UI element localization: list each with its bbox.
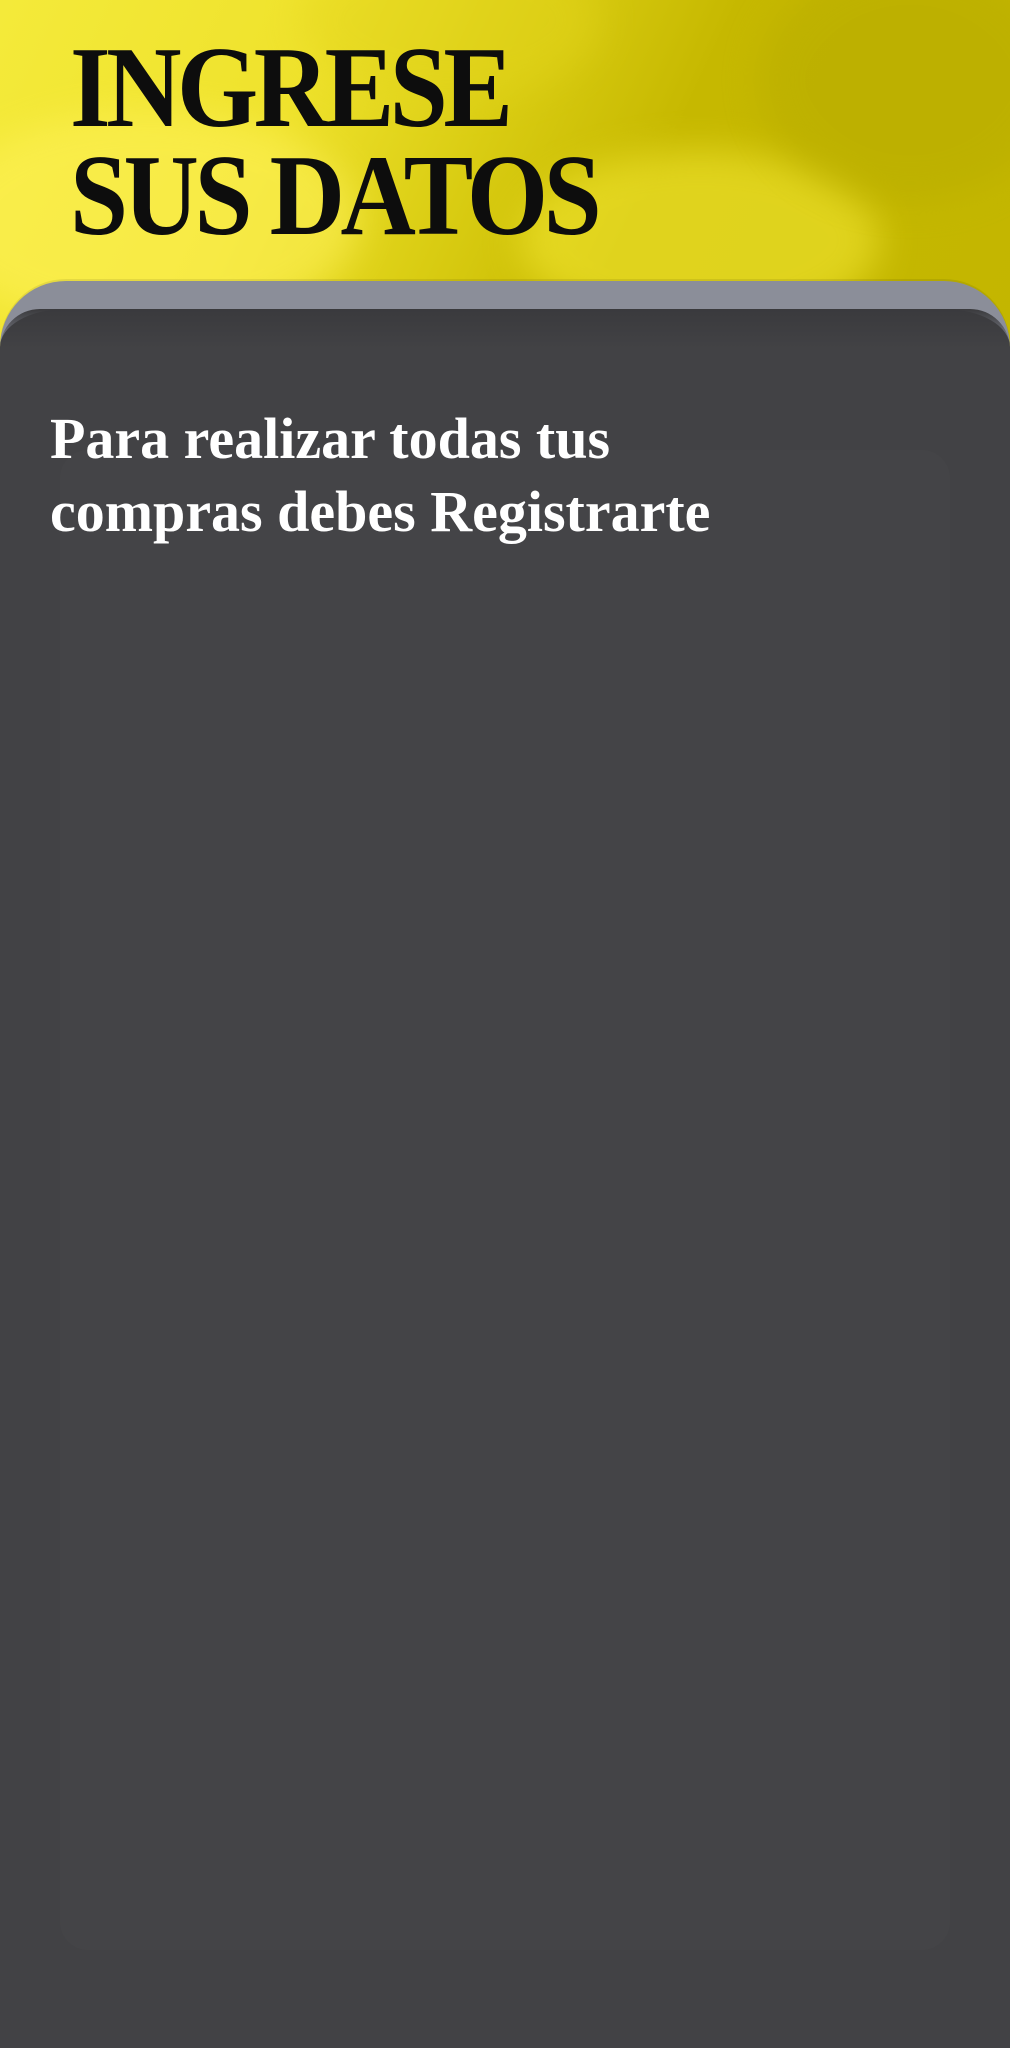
registration-message-line-2: compras debes Registrarte bbox=[50, 479, 711, 544]
page-title-line-1: INGRESE bbox=[70, 24, 513, 152]
page-title-line-2: SUS DATOS bbox=[70, 132, 602, 260]
page-title: INGRESE SUS DATOS bbox=[70, 24, 602, 260]
registration-message-line-1: Para realizar todas tus bbox=[50, 406, 611, 471]
registration-message: Para realizar todas tus compras debes Re… bbox=[50, 402, 950, 548]
panel-shadow bbox=[0, 309, 1010, 349]
form-area bbox=[60, 450, 950, 1950]
